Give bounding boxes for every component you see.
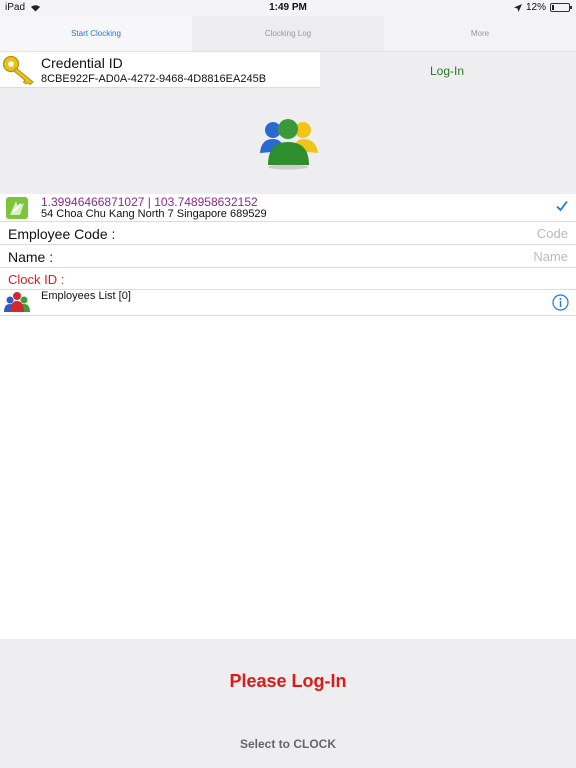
name-label: Name : — [8, 249, 54, 265]
location-coordinates: 1.39946466871027 | 103.748958632152 — [41, 195, 258, 209]
clock-id-row: Clock ID : — [0, 268, 576, 290]
employee-code-input[interactable]: Code — [537, 226, 568, 241]
tab-start-clocking[interactable]: Start Clocking — [0, 16, 192, 51]
location-row[interactable]: 1.39946466871027 | 103.748958632152 54 C… — [0, 194, 576, 222]
map-location-icon — [6, 197, 28, 219]
battery-icon — [550, 3, 572, 12]
employee-code-row: Employee Code : Code — [0, 222, 576, 245]
key-icon — [2, 55, 34, 85]
name-input[interactable]: Name — [533, 249, 568, 264]
credential-card: Credential ID 8CBE922F-AD0A-4272-9468-4D… — [0, 52, 320, 88]
status-time: 1:49 PM — [269, 2, 307, 13]
select-to-clock-button[interactable]: Select to CLOCK — [0, 737, 576, 751]
tab-clocking-log[interactable]: Clocking Log — [192, 16, 384, 51]
tab-bar: Start Clocking Clocking Log More — [0, 16, 576, 52]
employees-list-label: Employees List [0] — [41, 290, 131, 302]
bottom-bar: Please Log-In Select to CLOCK — [0, 639, 576, 768]
users-group-icon — [260, 119, 318, 170]
employees-icon — [4, 292, 30, 312]
location-arrow-icon — [513, 3, 522, 12]
tab-more[interactable]: More — [384, 16, 576, 51]
credential-title: Credential ID — [41, 55, 123, 71]
login-link[interactable]: Log-In — [430, 64, 464, 78]
please-login-message[interactable]: Please Log-In — [0, 671, 576, 692]
clock-id-label: Clock ID : — [8, 272, 65, 287]
header-area: Credential ID 8CBE922F-AD0A-4272-9468-4D… — [0, 52, 576, 194]
employee-code-label: Employee Code : — [8, 226, 116, 242]
checkmark-icon — [556, 200, 568, 212]
employees-list-row[interactable]: Employees List [0] — [0, 290, 576, 316]
battery-percent: 12% — [525, 2, 546, 13]
status-bar: iPad 1:49 PM 12% — [0, 0, 576, 16]
credential-id: 8CBE922F-AD0A-4272-9468-4D8816EA245B — [41, 73, 267, 85]
info-icon[interactable] — [552, 294, 569, 311]
name-row: Name : Name — [0, 245, 576, 268]
location-address: 54 Choa Chu Kang North 7 Singapore 68952… — [41, 208, 267, 220]
